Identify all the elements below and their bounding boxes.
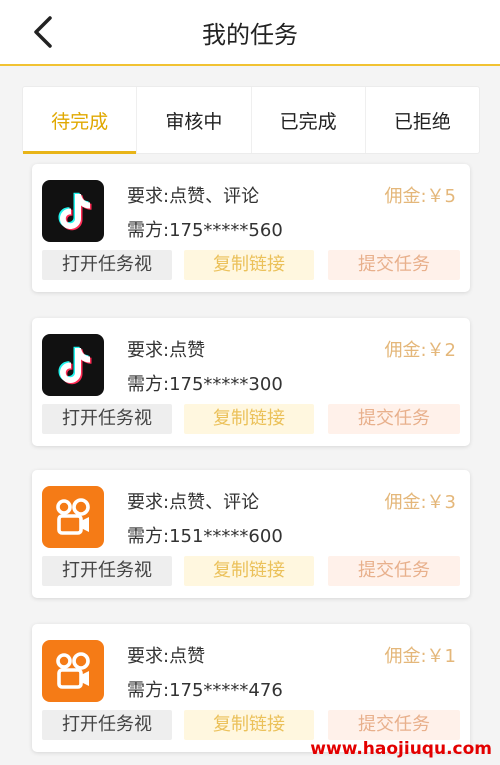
open-task-video-button[interactable]: 打开任务视 — [42, 710, 172, 740]
tab-reviewing[interactable]: 审核中 — [137, 87, 252, 153]
tab-pending[interactable]: 待完成 — [23, 87, 138, 154]
task-requester: 需方:151*****600 — [127, 526, 283, 547]
submit-task-button[interactable]: 提交任务 — [328, 710, 460, 740]
site-watermark: www.haojiuqu.com — [310, 739, 492, 759]
task-commission: 佣金:￥2 — [384, 340, 456, 361]
kuaishou-icon — [42, 640, 104, 702]
task-requirement: 要求:点赞、评论 — [127, 492, 260, 513]
open-task-video-button[interactable]: 打开任务视 — [42, 404, 172, 434]
task-commission: 佣金:￥3 — [384, 492, 456, 513]
task-card: 要求:点赞 需方:175*****476 佣金:￥1 打开任务视 复制链接 提交… — [32, 624, 470, 752]
task-requirement: 要求:点赞 — [127, 646, 206, 667]
task-card: 要求:点赞、评论 需方:175*****560 佣金:￥5 打开任务视 复制链接… — [32, 164, 470, 292]
kuaishou-icon — [42, 486, 104, 548]
submit-task-button[interactable]: 提交任务 — [328, 404, 460, 434]
task-requester: 需方:175*****476 — [127, 680, 283, 701]
tiktok-icon — [42, 334, 104, 396]
open-task-video-button[interactable]: 打开任务视 — [42, 250, 172, 280]
task-requirement: 要求:点赞 — [127, 340, 206, 361]
task-commission: 佣金:￥5 — [384, 186, 456, 207]
task-requirement: 要求:点赞、评论 — [127, 186, 260, 207]
task-commission: 佣金:￥1 — [384, 646, 456, 667]
copy-link-button[interactable]: 复制链接 — [184, 556, 314, 586]
open-task-video-button[interactable]: 打开任务视 — [42, 556, 172, 586]
tiktok-icon — [42, 180, 104, 242]
task-requester: 需方:175*****300 — [127, 374, 283, 395]
task-card: 要求:点赞 需方:175*****300 佣金:￥2 打开任务视 复制链接 提交… — [32, 318, 470, 446]
app-header: 我的任务 — [0, 0, 500, 66]
tab-completed[interactable]: 已完成 — [252, 87, 366, 153]
copy-link-button[interactable]: 复制链接 — [184, 250, 314, 280]
page-title: 我的任务 — [202, 21, 298, 49]
task-requester: 需方:175*****560 — [127, 220, 283, 241]
task-card: 要求:点赞、评论 需方:151*****600 佣金:￥3 打开任务视 复制链接… — [32, 470, 470, 598]
copy-link-button[interactable]: 复制链接 — [184, 404, 314, 434]
copy-link-button[interactable]: 复制链接 — [184, 710, 314, 740]
submit-task-button[interactable]: 提交任务 — [328, 250, 460, 280]
task-status-tabs: 待完成 审核中 已完成 已拒绝 — [22, 86, 480, 154]
tab-rejected[interactable]: 已拒绝 — [366, 87, 479, 153]
submit-task-button[interactable]: 提交任务 — [328, 556, 460, 586]
